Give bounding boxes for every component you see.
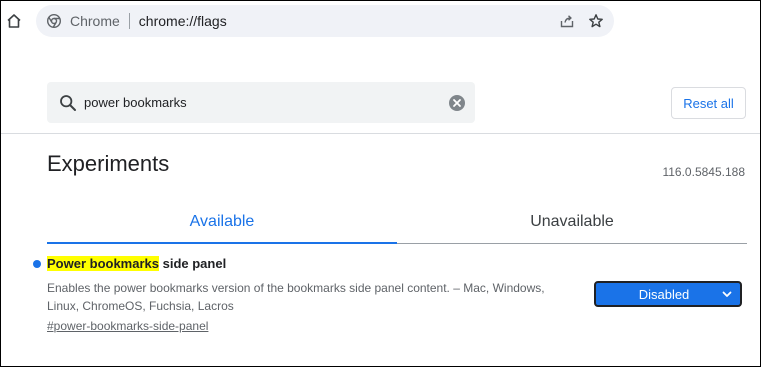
home-button[interactable] [5,12,23,30]
flag-title-highlight: Power bookmarks [47,256,159,271]
flag-state-select[interactable]: Disabled [594,281,742,307]
search-input[interactable] [84,87,448,118]
browser-toolbar: Chrome chrome://flags [1,1,760,45]
flag-state-value: Disabled [638,286,690,302]
clear-search-button[interactable] [448,94,466,112]
home-icon [7,14,21,28]
omnibox-separator [128,13,130,29]
version-label: 116.0.5845.188 [662,165,745,179]
browser-window: Chrome chrome://flags power bookmarks Re… [0,0,761,367]
tab-unavailable[interactable]: Unavailable [397,201,747,243]
flag-title-rest: side panel [159,256,227,271]
address-bar[interactable]: Chrome chrome://flags [36,5,614,37]
site-label: Chrome [70,13,120,29]
flags-search-header: Reset all [1,73,760,134]
flag-description: Enables the power bookmarks version of t… [47,281,545,313]
tab-available[interactable]: Available [47,201,397,244]
chrome-logo-icon [46,13,62,29]
chevron-down-icon [720,287,734,301]
page-title: Experiments [47,151,170,176]
share-icon[interactable] [557,11,577,31]
flag-title: Power bookmarks side panel [47,256,226,271]
modified-indicator-dot [33,260,41,268]
flag-permalink[interactable]: #power-bookmarks-side-panel [47,319,208,333]
clear-icon [449,94,465,111]
star-icon[interactable] [586,11,606,31]
reset-all-button[interactable]: Reset all [671,87,746,119]
tab-bar: Available Unavailable [47,201,747,244]
search-box [47,82,475,123]
url-text[interactable]: chrome://flags [139,13,557,29]
search-icon [58,93,78,113]
